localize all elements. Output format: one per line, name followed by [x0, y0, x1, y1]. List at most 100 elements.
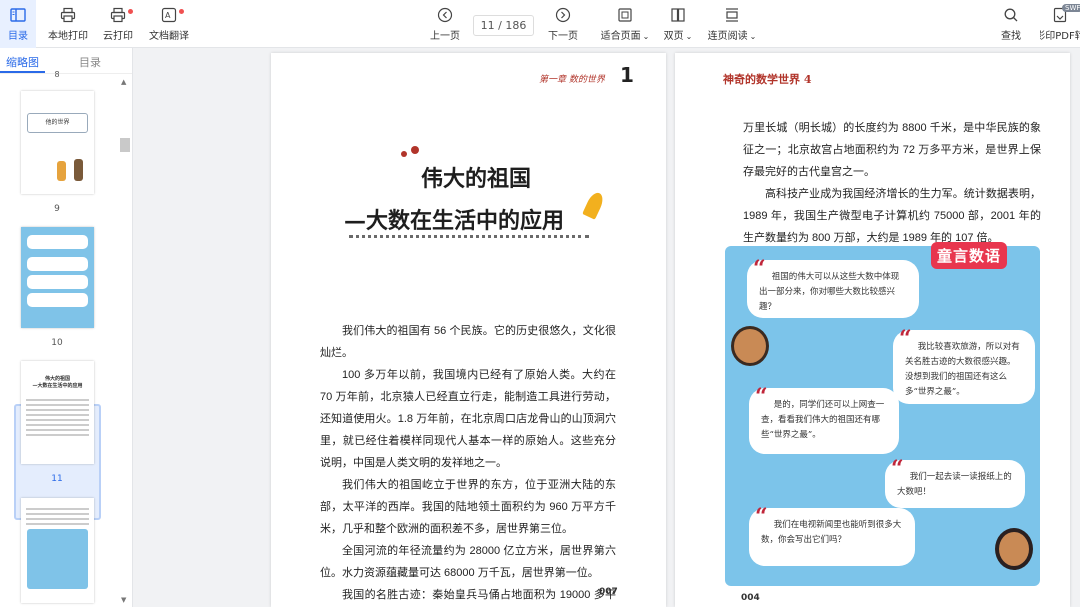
local-print-button[interactable]: 本地打印	[46, 0, 90, 48]
scroll-down-arrow[interactable]: ▼	[121, 596, 126, 604]
swf-badge: SWF	[1062, 4, 1080, 12]
cloud-print-label: 云打印	[103, 30, 133, 42]
thumbnail-subtitle: —大数在生活中的应用	[32, 383, 83, 389]
next-page-button[interactable]: 下一页	[545, 0, 581, 48]
title-underline	[349, 235, 589, 238]
translate-button[interactable]: A 文档翻译	[146, 0, 192, 48]
paragraph: 我国的名胜古迹：秦始皇兵马俑占地面积为 19000 多平方米；	[342, 589, 616, 601]
thumbnail-title: 他的世界	[27, 113, 88, 133]
search-icon	[1004, 8, 1018, 21]
cloud-print-button[interactable]: 云打印	[100, 0, 136, 48]
decoration-leaf	[582, 190, 606, 220]
chevron-down-icon: ⌄	[749, 31, 757, 41]
continuous-reading-text: 连页阅读	[707, 30, 748, 42]
right-page-body: 万里长城（明长城）的长度约为 8800 千米，是中华民族的象征之一；北京故宫占地…	[743, 117, 1041, 249]
page-number-input[interactable]: 11 / 186	[473, 15, 534, 36]
fit-page-label: 适合页面 ⌄	[601, 27, 650, 42]
speech-bubble: “ 祖国的伟大可以从这些大数中体现出一部分来，你对哪些大数比较感兴趣？	[747, 256, 919, 318]
printer-icon	[60, 7, 76, 22]
paragraph: 我们伟大的祖国有 56 个民族。它的历史很悠久，文化很灿烂。	[320, 325, 616, 359]
thumbnail-bubble	[27, 235, 88, 249]
dual-page-dropdown[interactable]: 双页 ⌄	[662, 0, 694, 48]
continuous-reading-dropdown[interactable]: 连页阅读 ⌄	[707, 0, 757, 48]
local-print-label: 本地打印	[48, 30, 88, 42]
export-pdf-label: 影印PDF转	[1040, 30, 1080, 42]
thumbnail-page-9[interactable]: 他的世界	[21, 91, 94, 194]
left-page-body: 我们伟大的祖国有 56 个民族。它的历史很悠久，文化很灿烂。 100 多万年以前…	[320, 320, 616, 607]
left-page: 第一章 数的世界 1 伟大的祖国 —大数在生活中的应用 我们伟大的祖国有 56 …	[271, 53, 666, 607]
thumbnail-bubble	[27, 275, 88, 289]
paragraph: 全国河流的年径流量约为 28000 亿立方米，居世界第六位。水力资源蕴藏量可达 …	[320, 545, 616, 579]
thumbnail-page-10[interactable]	[21, 227, 94, 328]
continuous-reading-label: 连页阅读 ⌄	[708, 27, 757, 42]
speech-bubble: “ 我们在电视新闻里也能听到很多大数，你会写出它们吗？	[749, 506, 915, 566]
girl-avatar	[995, 528, 1033, 570]
chapter-number: 1	[620, 63, 634, 87]
thumbnail-number: 11	[51, 474, 63, 484]
book-header: 神奇的数学世界 4	[723, 73, 812, 86]
fit-page-dropdown[interactable]: 适合页面 ⌄	[600, 0, 650, 48]
fit-page-text: 适合页面	[600, 30, 641, 42]
quote-icon: “	[753, 256, 766, 282]
section-banner: 童言数语	[931, 242, 1008, 269]
bubble-text: 祖国的伟大可以从这些大数中体现出一部分来，你对哪些大数比较感兴趣？	[759, 272, 900, 312]
dual-page-icon	[671, 7, 685, 22]
quote-icon: “	[755, 384, 768, 410]
svg-text:A: A	[165, 11, 171, 20]
decoration-dots	[401, 146, 421, 159]
thumbnail-bubble	[27, 293, 88, 307]
toolbar: 目录 本地打印 云打印 A 文档翻译 上一页 11 / 186 下一页 适合页面…	[0, 0, 1080, 48]
paragraph: 我们伟大的祖国屹立于世界的东方，位于亚洲大陆的东部，太平洋的西岸。我国的陆地领土…	[320, 479, 616, 535]
translate-label: 文档翻译	[149, 30, 189, 42]
scrollbar-thumb[interactable]	[120, 138, 130, 152]
continuous-page-icon	[726, 7, 738, 22]
thumbnail-number: 8	[54, 70, 60, 79]
boy-avatar	[731, 326, 769, 366]
paragraph: 高科技产业成为我国经济增长的生力军。统计数据表明，1989 年，我国生产微型电子…	[743, 188, 1041, 244]
chapter-subtitle: —大数在生活中的应用	[344, 208, 565, 234]
sidebar-scrollbar[interactable]: ▲ ▼	[119, 76, 131, 607]
right-page: 神奇的数学世界 4 万里长城（明长城）的长度约为 8800 千米，是中华民族的象…	[675, 53, 1070, 607]
notification-dot	[128, 9, 133, 14]
bubble-text: 是的，同学们还可以上网查一查，看看我们伟大的祖国还有哪些“世界之最”。	[761, 400, 885, 440]
paragraph: 100 多万年以前，我国境内已经有了原始人类。大约在 70 万年前，北京猿人已经…	[320, 369, 616, 469]
search-button[interactable]: 查找	[996, 0, 1026, 48]
chapter-header: 第一章 数的世界	[539, 75, 605, 85]
thumbnail-text-lines	[21, 508, 94, 525]
page-number: 007	[599, 587, 618, 597]
chevron-down-icon: ⌄	[642, 31, 650, 41]
thumbnail-figure	[57, 161, 66, 181]
speech-bubble: “ 我们一起去读一读报纸上的大数吧！	[885, 456, 1025, 508]
dual-page-label: 双页 ⌄	[664, 27, 693, 42]
search-label: 查找	[1001, 30, 1021, 42]
thumbnail-figure	[74, 159, 83, 181]
toc-button[interactable]: 目录	[0, 0, 36, 48]
thumbnail-page-12[interactable]	[21, 498, 94, 603]
bubble-text: 我比较喜欢旅游，所以对有关名胜古迹的大数很感兴趣。没想到我们的祖国还有这么多“世…	[905, 342, 1020, 397]
quote-icon: “	[891, 456, 904, 482]
dual-page-text: 双页	[663, 30, 684, 42]
scroll-up-arrow[interactable]: ▲	[121, 78, 126, 86]
tab-outline[interactable]: 目录	[73, 48, 107, 73]
quote-icon: “	[899, 326, 912, 352]
notification-dot	[179, 9, 184, 14]
thumbnail-text-lines	[21, 399, 94, 436]
prev-page-button[interactable]: 上一页	[427, 0, 463, 48]
speech-bubble: “ 是的，同学们还可以上网查一查，看看我们伟大的祖国还有哪些“世界之最”。	[749, 384, 899, 454]
next-page-label: 下一页	[548, 30, 578, 42]
speech-bubble: “ 我比较喜欢旅游，所以对有关名胜古迹的大数很感兴趣。没想到我们的祖国还有这么多…	[893, 326, 1035, 404]
fit-page-icon	[618, 7, 632, 22]
translate-icon: A	[161, 7, 177, 22]
list-icon	[10, 7, 26, 22]
prev-page-label: 上一页	[430, 30, 460, 42]
tab-thumbnails[interactable]: 缩略图	[0, 48, 45, 73]
dialogue-illustration: 童言数语 “ 祖国的伟大可以从这些大数中体现出一部分来，你对哪些大数比较感兴趣？…	[725, 242, 1040, 586]
sidebar: 缩略图 目录 ▲ ▼ 8 他的世界 9 10 伟大的祖国 —大数在生活中的应用 …	[0, 48, 133, 607]
thumbnail-page-11[interactable]: 伟大的祖国 —大数在生活中的应用	[21, 361, 94, 464]
chapter-title: 伟大的祖国	[421, 166, 532, 192]
paragraph: 万里长城（明长城）的长度约为 8800 千米，是中华民族的象征之一；北京故宫占地…	[743, 122, 1041, 178]
toc-label: 目录	[8, 30, 28, 42]
chevron-down-circle-icon	[555, 7, 571, 22]
chevron-down-icon: ⌄	[685, 31, 693, 41]
cloud-print-icon	[110, 7, 126, 22]
